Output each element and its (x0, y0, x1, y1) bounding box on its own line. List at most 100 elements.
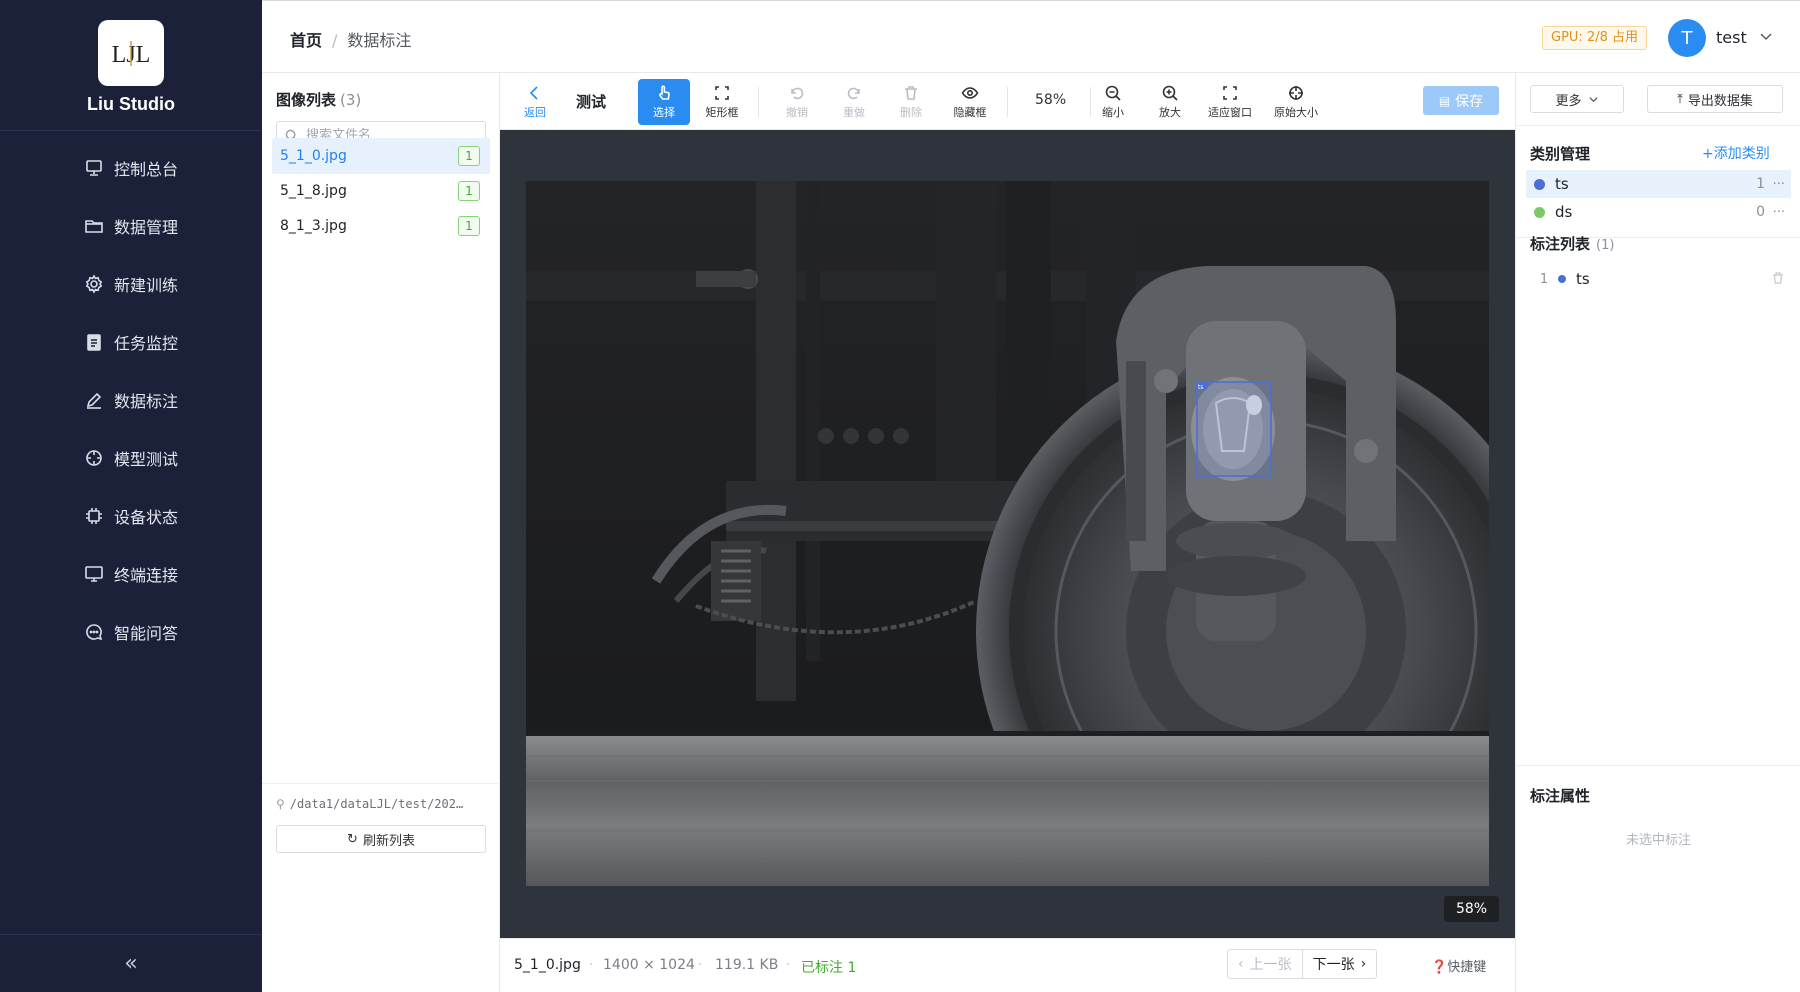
zoom-in-icon (1162, 85, 1178, 101)
chevron-left-icon: ‹ (1238, 956, 1244, 972)
zoom-out-icon (1105, 85, 1121, 101)
next-image-button[interactable]: 下一张 › (1303, 950, 1377, 978)
trash-icon[interactable] (1771, 271, 1785, 285)
file-list-item[interactable]: 5_1_8.jpg 1 (272, 173, 490, 209)
save-button[interactable]: ▤ 保存 (1423, 86, 1499, 115)
image-dimensions: 1400 × 1024 (603, 957, 695, 973)
breadcrumb-home-link[interactable]: 首页 (290, 31, 322, 50)
sidebar-item-label: 控制总台 (114, 160, 179, 179)
back-label: 返回 (524, 106, 546, 119)
file-name: 8_1_3.jpg (280, 218, 347, 234)
chevron-down-icon (1588, 96, 1598, 102)
help-icon: ❓ (1431, 960, 1448, 975)
original-size-button[interactable]: 原始大小 (1271, 79, 1321, 125)
sidebar-item-device-status[interactable]: 设备状态 (0, 494, 262, 538)
back-button[interactable]: 返回 (522, 79, 548, 125)
rect-label: 矩形框 (705, 106, 739, 119)
add-category-link[interactable]: +添加类别 (1702, 143, 1770, 163)
export-label: 导出数据集 (1687, 93, 1753, 109)
annotation-bounding-box[interactable] (1196, 381, 1272, 477)
file-name: 5_1_8.jpg (280, 183, 347, 199)
project-name: 测试 (576, 93, 607, 111)
next-label: 下一张 (1312, 957, 1355, 973)
sidebar-item-task-monitor[interactable]: 任务监控 (0, 320, 262, 364)
avatar[interactable]: T (1668, 19, 1706, 57)
shortcuts-button[interactable]: ❓快捷键 (1431, 956, 1486, 975)
undo-button[interactable]: 撤销 (782, 79, 812, 125)
annotation-color-dot (1558, 275, 1566, 283)
zoom-in-button[interactable]: 放大 (1155, 79, 1185, 125)
sidebar-item-terminal[interactable]: 终端连接 (0, 552, 262, 596)
status-bar: 5_1_0.jpg · 1400 × 1024 · 119.1 KB · 已标注… (500, 938, 1515, 992)
file-name: 5_1_0.jpg (280, 148, 347, 164)
refresh-list-button[interactable]: ↻ 刷新列表 (276, 825, 486, 853)
divider (1516, 765, 1800, 766)
file-list-item[interactable]: 8_1_3.jpg 1 (272, 208, 490, 244)
more-label: 更多 (1555, 93, 1582, 109)
zoom-indicator: 58% (1444, 896, 1499, 922)
pointer-hand-icon (659, 85, 670, 100)
monitor-icon (84, 158, 104, 178)
pen-icon (84, 390, 104, 410)
chevron-right-icon: › (1360, 956, 1367, 972)
fit-window-button[interactable]: 适应窗口 (1205, 79, 1255, 125)
category-management-title: 类别管理 (1530, 145, 1591, 163)
category-name: ds (1555, 203, 1573, 221)
zoom-out-button[interactable]: 缩小 (1098, 79, 1128, 125)
sidebar-item-data-annotation[interactable]: 数据标注 (0, 378, 262, 422)
category-color-dot (1534, 178, 1545, 190)
chat-icon (84, 622, 104, 642)
railcar-wheel-image[interactable]: ts (526, 181, 1489, 886)
undo-label: 撤销 (786, 106, 808, 119)
breadcrumb-current: 数据标注 (347, 31, 412, 50)
link-icon: ⚲ (276, 797, 285, 811)
user-name[interactable]: test (1716, 28, 1747, 47)
collapse-sidebar-button[interactable]: « (0, 934, 262, 992)
sidebar-item-label: 智能问答 (114, 624, 179, 643)
category-item[interactable]: ts 1 ··· (1526, 170, 1791, 198)
sidebar-item-smart-qa[interactable]: 智能问答 (0, 610, 262, 654)
chevron-down-icon[interactable] (1759, 29, 1773, 43)
hide-boxes-button[interactable]: 隐藏框 (950, 79, 990, 125)
undo-icon (791, 87, 804, 100)
sidebar-item-new-training[interactable]: 新建训练 (0, 262, 262, 306)
more-horizontal-icon[interactable]: ··· (1773, 177, 1785, 192)
right-panel: 更多 ⤒ 导出数据集 类别管理 +添加类别 ts 1 ··· ds 0 ··· 标… (1515, 73, 1800, 992)
sidebar-item-label: 数据标注 (114, 392, 179, 411)
dataset-path: ⚲ /data1/dataLJL/test/202… (276, 797, 488, 811)
more-horizontal-icon[interactable]: ··· (1773, 205, 1785, 220)
divider (1516, 125, 1800, 126)
more-dropdown-button[interactable]: 更多 (1530, 85, 1624, 113)
eye-icon (961, 87, 979, 99)
image-list-panel: 图像列表(3) 5_1_0.jpg 1 5_1_8.jpg 1 8_1_3.jp… (262, 73, 500, 992)
annotation-list-title-text: 标注列表 (1530, 235, 1591, 253)
sidebar-item-model-test[interactable]: 模型测试 (0, 436, 262, 480)
original-label: 原始大小 (1274, 106, 1318, 119)
category-item[interactable]: ds 0 ··· (1526, 198, 1791, 226)
annotation-count: (1) (1596, 238, 1615, 253)
rectangle-tool-button[interactable]: 矩形框 (702, 79, 742, 125)
gear-icon (84, 274, 104, 294)
shortcut-label: 快捷键 (1447, 960, 1487, 975)
file-list-item[interactable]: 5_1_0.jpg 1 (272, 138, 490, 174)
select-label: 选择 (653, 106, 675, 119)
folder-icon (84, 216, 104, 236)
no-selection-hint: 未选中标注 (1625, 833, 1691, 848)
annotation-canvas[interactable]: ts 58% (500, 130, 1515, 938)
box-label-text: ts (1198, 384, 1203, 391)
prev-label: 上一张 (1249, 957, 1292, 973)
dataset-path-text: /data1/dataLJL/test/202… (289, 797, 464, 811)
sidebar-item-label: 模型测试 (114, 450, 179, 469)
image-viewport[interactable]: ts (526, 181, 1489, 886)
delete-button[interactable]: 删除 (896, 79, 926, 125)
file-size: 119.1 KB (715, 957, 779, 973)
logo[interactable]: LJL (98, 20, 164, 86)
sidebar-item-console[interactable]: 控制总台 (0, 146, 262, 190)
redo-button[interactable]: 重做 (839, 79, 869, 125)
toolbar-separator (1007, 87, 1008, 117)
prev-image-button[interactable]: ‹ 上一张 (1228, 950, 1303, 978)
annotation-item[interactable]: 1 ts (1530, 267, 1785, 291)
export-dataset-button[interactable]: ⤒ 导出数据集 (1647, 85, 1783, 113)
select-tool-button[interactable]: 选择 (638, 79, 690, 125)
sidebar-item-data-management[interactable]: 数据管理 (0, 204, 262, 248)
